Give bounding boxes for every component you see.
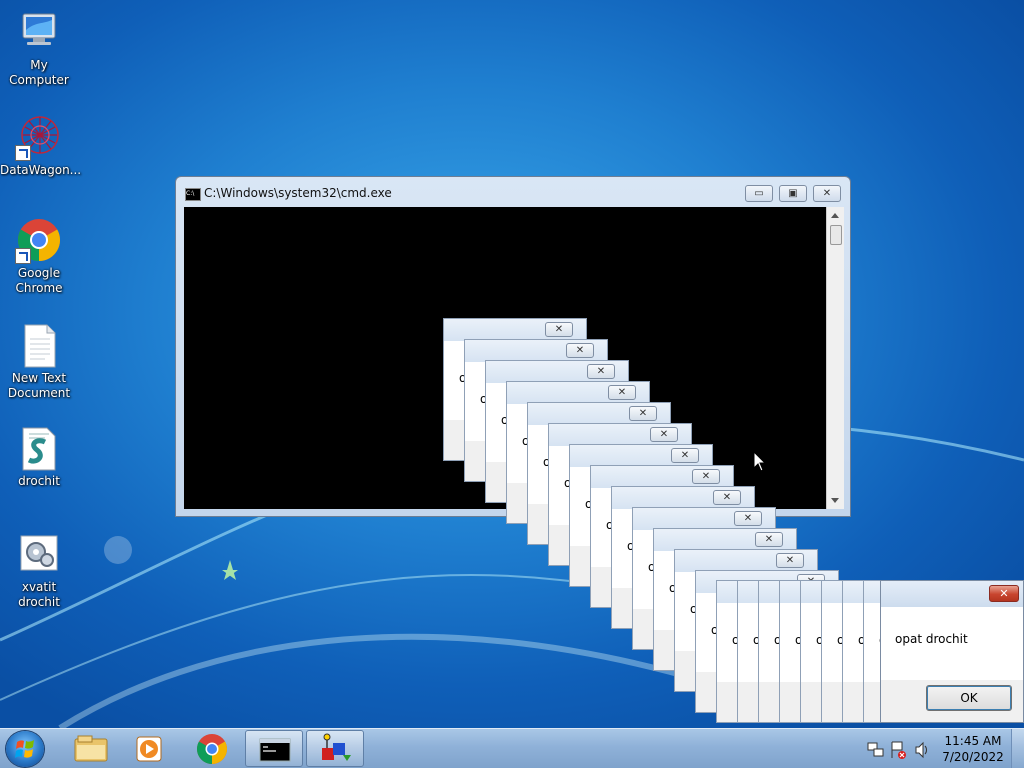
taskbar: 11:45 AM 7/20/2022 <box>0 728 1024 768</box>
message-box[interactable]: ✕ opat drochit OK <box>880 580 1024 723</box>
media-player-icon <box>136 736 162 762</box>
chrome-icon <box>15 216 63 264</box>
clock-time: 11:45 AM <box>944 734 1002 748</box>
ok-button[interactable]: OK <box>926 685 1012 711</box>
start-button[interactable] <box>6 731 44 767</box>
desktop-icon-drochit[interactable]: drochit <box>0 424 78 489</box>
computer-icon <box>15 8 63 56</box>
scroll-thumb[interactable] <box>830 225 842 245</box>
mouse-cursor-icon <box>753 451 767 472</box>
close-button[interactable]: ✕ <box>545 322 573 337</box>
network-icon[interactable] <box>867 742 884 757</box>
desktop-icon-label: New Text Document <box>7 371 71 400</box>
vertical-scrollbar[interactable] <box>826 207 844 509</box>
close-button[interactable]: ✕ <box>587 364 615 379</box>
show-desktop-button[interactable] <box>1011 729 1024 768</box>
taskbar-clock[interactable]: 11:45 AM 7/20/2022 <box>932 733 1014 765</box>
desktop-icon-google-chrome[interactable]: Google Chrome <box>0 216 78 296</box>
shortcut-arrow-icon <box>15 145 31 161</box>
taskbar-explorer-button[interactable] <box>62 730 120 767</box>
close-button[interactable]: ✕ <box>734 511 762 526</box>
close-button[interactable]: ✕ <box>755 532 783 547</box>
desktop-icon-new-text-document[interactable]: New Text Document <box>0 321 78 401</box>
desktop: My Computer DataWagon... Google Chrome N… <box>0 0 1024 728</box>
desktop-icon-label: xvatit drochit <box>18 580 60 609</box>
close-button[interactable]: ✕ <box>608 385 636 400</box>
shortcut-arrow-icon <box>15 248 31 264</box>
minimize-button[interactable]: ▭ <box>745 185 773 202</box>
desktop-icon-label: drochit <box>18 474 60 488</box>
desktop-icon-label: DataWagon... <box>0 163 82 177</box>
close-button[interactable]: ✕ <box>813 185 841 202</box>
text-document-icon <box>15 321 63 369</box>
chrome-icon <box>196 734 228 764</box>
close-button[interactable]: ✕ <box>776 553 804 568</box>
scroll-up-arrow-icon[interactable] <box>831 213 839 218</box>
volume-icon[interactable] <box>915 741 927 759</box>
taskbar-cmd-button[interactable] <box>245 730 303 767</box>
close-button[interactable]: ✕ <box>566 343 594 358</box>
desktop-icon-label: Google Chrome <box>15 266 63 295</box>
close-button[interactable]: ✕ <box>629 406 657 421</box>
clock-date: 7/20/2022 <box>942 750 1004 764</box>
close-button[interactable]: ✕ <box>671 448 699 463</box>
scroll-down-arrow-icon[interactable] <box>831 498 839 503</box>
desktop-icon-datawagon[interactable]: DataWagon... <box>0 113 82 178</box>
cmd-window-icon: C:\ <box>185 188 201 201</box>
cmd-window-title: C:\Windows\system32\cmd.exe <box>204 186 392 200</box>
message-text: opat drochit <box>895 632 968 646</box>
cmd-icon <box>259 738 291 762</box>
settings-script-icon <box>15 530 63 578</box>
desktop-icon-label: My Computer <box>9 58 69 87</box>
taskbar-chrome-button[interactable] <box>183 730 241 767</box>
datawagon-icon <box>15 113 63 161</box>
close-button[interactable]: ✕ <box>989 585 1019 602</box>
close-button[interactable]: ✕ <box>692 469 720 484</box>
close-button[interactable]: ✕ <box>650 427 678 442</box>
maximize-button[interactable]: ▣ <box>779 185 807 202</box>
script-host-icon <box>322 733 351 761</box>
action-center-icon[interactable] <box>891 741 906 759</box>
windows-logo-icon <box>15 740 34 758</box>
taskbar-media-player-button[interactable] <box>120 730 178 767</box>
system-tray <box>862 729 932 768</box>
desktop-icon-xvatit-drochit[interactable]: xvatit drochit <box>0 530 78 610</box>
explorer-icon <box>74 735 108 762</box>
script-icon <box>15 424 63 472</box>
desktop-icon-my-computer[interactable]: My Computer <box>0 8 78 88</box>
taskbar-script-host-button[interactable] <box>306 730 364 767</box>
close-button[interactable]: ✕ <box>713 490 741 505</box>
